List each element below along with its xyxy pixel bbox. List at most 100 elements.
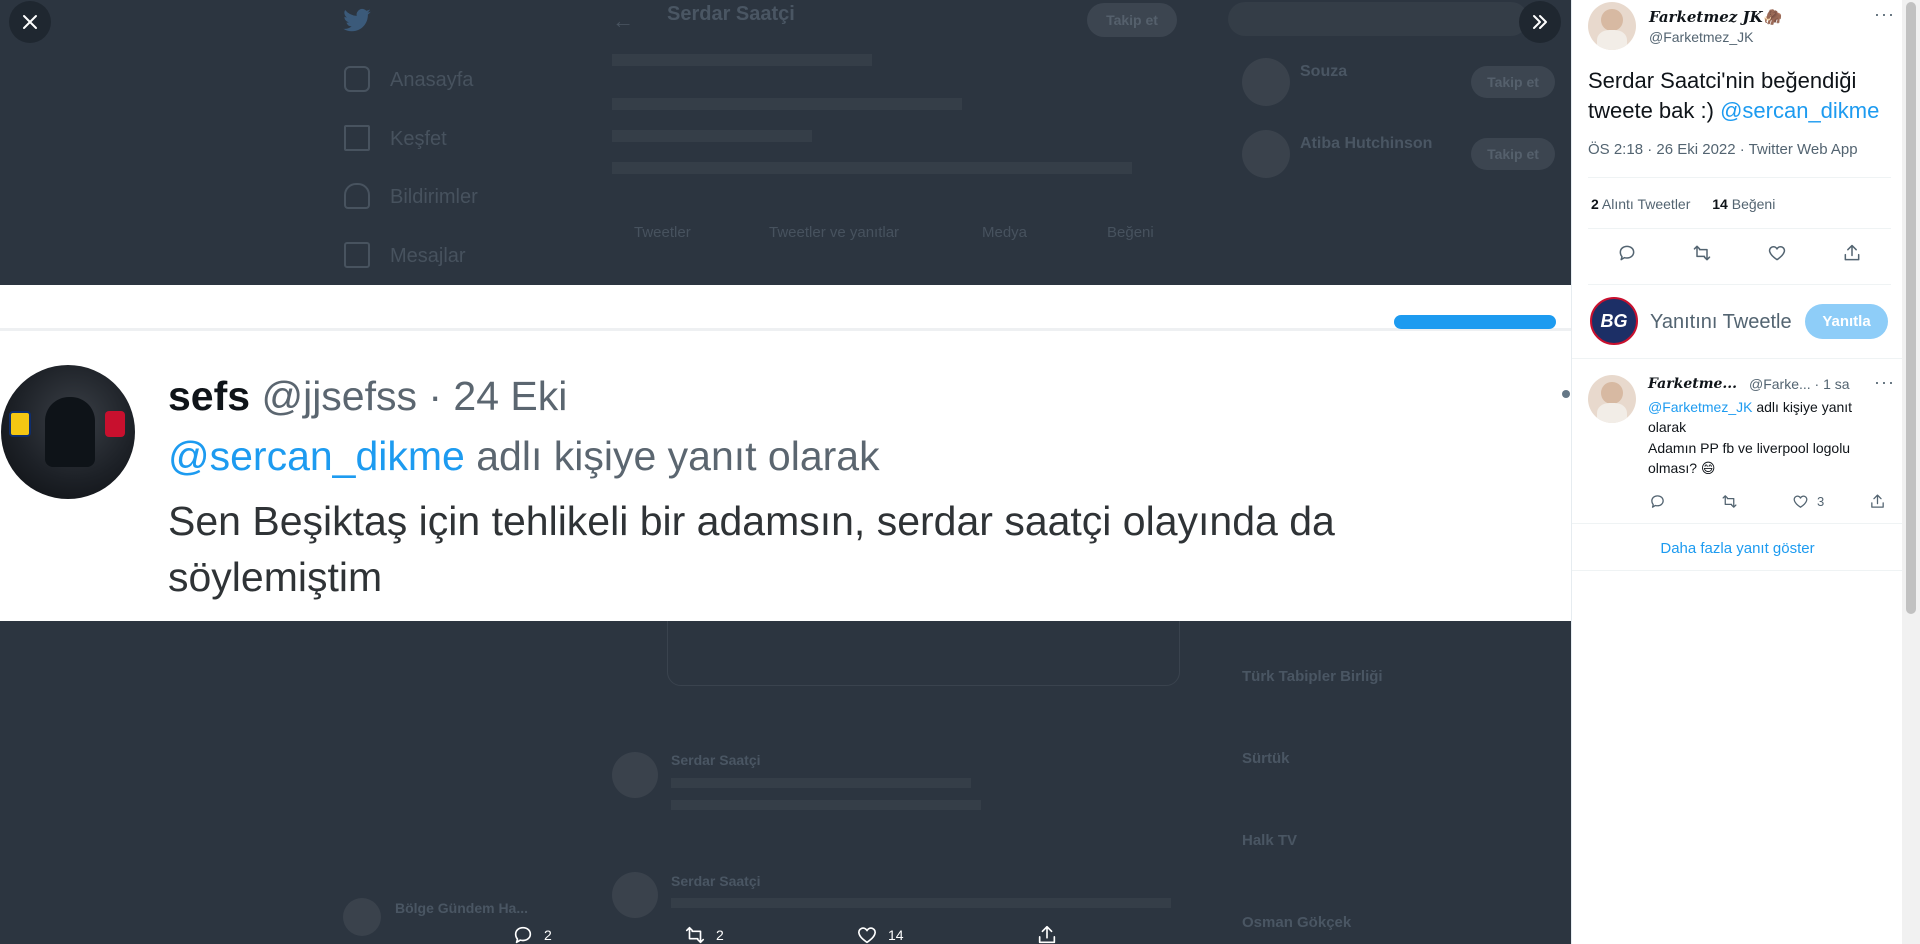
avatar-face — [1601, 8, 1623, 31]
liverpool-badge-icon — [105, 411, 125, 437]
suggestion-avatar — [1242, 58, 1290, 106]
trend-item: Halk TV — [1242, 832, 1298, 849]
trend-item: Osman Gökçek — [1242, 914, 1352, 931]
retweet-icon — [685, 926, 705, 944]
reply-handle-time[interactable]: @Farke... · 1 sa — [1749, 376, 1850, 392]
heart-icon — [858, 927, 876, 944]
media-handle-date: @jjsefss · 24 Eki — [261, 373, 568, 419]
nav-messages: Mesajlar — [390, 245, 466, 267]
quote-count: 2 — [1591, 196, 1599, 212]
tweet-detail-panel: Farketmez JK🦣 @Farketmez_JK ··· Serdar S… — [1571, 0, 1903, 944]
overlay-reply-stat[interactable]: 2 — [512, 924, 552, 944]
media-reply-context: @sercan_dikme adlı kişiye yanıt olarak — [168, 433, 880, 480]
tweet-line — [671, 800, 981, 810]
reply-retweet-button[interactable] — [1714, 486, 1744, 516]
bell-icon — [344, 183, 370, 209]
tweet-author: Serdar Saatçi — [671, 873, 761, 889]
reply-context-mention[interactable]: @Farketmez_JK — [1648, 399, 1752, 415]
reply-button[interactable] — [1612, 238, 1642, 268]
media-avatar — [1, 365, 135, 499]
tab-media: Medya — [982, 224, 1028, 241]
media-reply-mention: @sercan_dikme — [168, 433, 465, 479]
share-button[interactable] — [1837, 238, 1867, 268]
suggestion-name: Souza — [1300, 63, 1348, 80]
tweet-mention[interactable]: @sercan_dikme — [1720, 98, 1879, 123]
share-icon — [1870, 493, 1884, 508]
twitter-logo-icon — [343, 8, 371, 32]
suggestion-follow: Takip et — [1471, 138, 1555, 170]
stats-line — [612, 130, 812, 142]
reply-author-name[interactable]: Farketme... — [1648, 376, 1737, 392]
tab-replies: Tweetler ve yanıtlar — [769, 224, 900, 241]
suggestion-avatar — [1242, 130, 1290, 178]
mail-icon — [344, 242, 370, 268]
search-box — [1228, 2, 1528, 36]
nav-home: Anasayfa — [390, 69, 474, 91]
share-icon — [1844, 244, 1860, 261]
tweet-timestamp[interactable]: ÖS 2:18 · 26 Eki 2022 · Twitter Web App — [1588, 141, 1858, 158]
reply-submit-button[interactable]: Yanıtla — [1805, 304, 1888, 339]
tweet-author: Serdar Saatçi — [671, 752, 761, 768]
divider — [1588, 284, 1891, 285]
tweet-media-image[interactable]: sefs @jjsefss · 24 Eki @sercan_dikme adl… — [0, 285, 1571, 621]
reply-share-button[interactable] — [1862, 486, 1892, 516]
reply-compose-input[interactable]: Yanıtını Tweetle — [1650, 311, 1792, 334]
edge-dot — [1562, 390, 1570, 398]
retweet-button[interactable] — [1687, 238, 1717, 268]
tweet-line — [671, 898, 1171, 908]
nav-explore: Keşfet — [390, 128, 447, 150]
reply-reply-button[interactable] — [1642, 486, 1672, 516]
scrollbar-thumb[interactable] — [1906, 2, 1916, 614]
media-tweet-body: Sen Beşiktaş için tehlikeli bir adamsın,… — [168, 498, 1335, 600]
likes-stat[interactable]: 14 Beğeni — [1712, 196, 1775, 212]
trend-item: Sürtük — [1242, 750, 1290, 767]
chevrons-right-icon — [1533, 15, 1547, 29]
quote-label: Alıntı Tweetler — [1601, 196, 1691, 212]
tweet-stats: 2 Alıntı Tweetler 14 Beğeni — [1591, 196, 1793, 212]
nav-notifications: Bildirimler — [390, 186, 478, 208]
overlay-share-stat[interactable] — [1036, 924, 1058, 944]
expand-button[interactable] — [1519, 1, 1561, 43]
overlay-like-stat[interactable]: 14 — [856, 924, 904, 944]
suggestion-name: Atiba Hutchinson — [1300, 135, 1433, 152]
divider — [1572, 358, 1903, 359]
tab-tweets: Tweetler — [634, 224, 691, 241]
tweet-text: Serdar Saatci'nin beğendiği tweete bak :… — [1588, 66, 1893, 126]
scrollbar[interactable] — [1902, 0, 1920, 944]
close-button[interactable] — [9, 1, 51, 43]
reply-like-button[interactable] — [1785, 486, 1815, 516]
overlay-retweet-stat[interactable]: 2 — [684, 924, 724, 944]
author-avatar[interactable] — [1588, 2, 1636, 50]
reply-icon — [514, 926, 532, 944]
tweet-avatar — [612, 872, 658, 918]
close-icon — [23, 15, 37, 29]
bio-line — [612, 54, 872, 66]
reply-more-options-icon[interactable]: ··· — [1874, 372, 1895, 393]
tab-likes: Beğeni — [1107, 224, 1154, 241]
like-button[interactable] — [1762, 238, 1792, 268]
quote-tweets-stat[interactable]: 2 Alıntı Tweetler — [1591, 196, 1690, 212]
show-more-replies-link[interactable]: Daha fazla yanıt göster — [1572, 540, 1903, 557]
reply-author-avatar[interactable] — [1588, 375, 1636, 423]
avatar-body — [1596, 29, 1628, 50]
person-silhouette — [45, 397, 95, 467]
account-name: Bölge Gündem Ha... — [395, 900, 529, 916]
retweet-icon — [1721, 494, 1737, 508]
account-avatar — [343, 898, 381, 936]
fenerbahce-badge-icon — [9, 411, 31, 437]
like-count: 14 — [1712, 196, 1728, 212]
back-arrow-icon: ← — [612, 8, 634, 33]
heart-icon — [1768, 245, 1786, 261]
author-name[interactable]: Farketmez JK🦣 — [1649, 8, 1781, 26]
media-progress-track — [0, 328, 1571, 331]
reply-text: Adamın PP fb ve liverpool logolu olması?… — [1648, 440, 1851, 476]
author-handle[interactable]: @Farketmez_JK — [1649, 29, 1753, 45]
home-icon — [344, 66, 370, 92]
retweet-icon — [1693, 245, 1711, 261]
like-label: Beğeni — [1731, 196, 1776, 212]
divider — [1588, 228, 1891, 229]
suggestion-follow: Takip et — [1471, 66, 1555, 98]
more-options-icon[interactable]: ··· — [1874, 4, 1895, 25]
divider — [1588, 177, 1891, 178]
heart-icon — [1793, 495, 1807, 508]
